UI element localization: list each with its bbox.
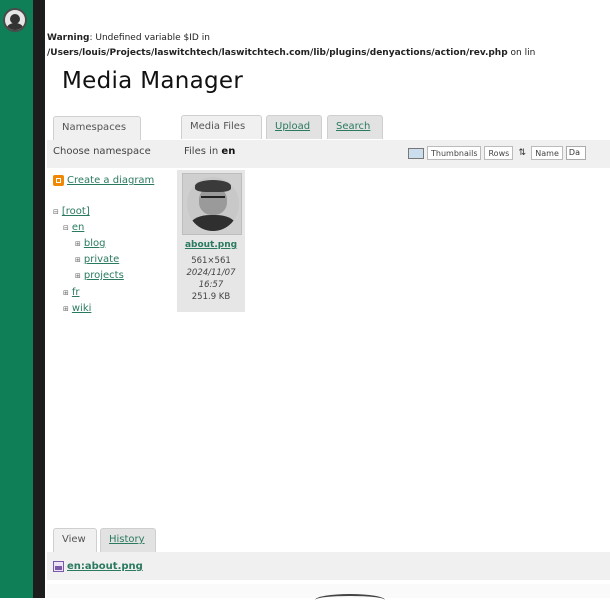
expand-icon: ⊞ [63, 305, 69, 313]
file-time: 16:57 [198, 280, 224, 290]
create-diagram-label: Create a diagram [67, 175, 155, 186]
tree-item-projects[interactable]: ⊞ projects [75, 267, 124, 285]
tab-media-files[interactable]: Media Files [181, 115, 262, 139]
sort-icon: ⇅ [518, 148, 527, 158]
selected-file-name: en:about.png [67, 561, 143, 572]
expand-icon: ⊞ [75, 272, 81, 280]
thumbnails-view-button[interactable]: Thumbnails [427, 146, 482, 160]
file-thumbnail[interactable] [182, 173, 242, 235]
tab-history[interactable]: History [100, 528, 156, 552]
expand-icon: ⊞ [75, 256, 81, 264]
left-dark-strip [33, 0, 45, 598]
photo-body [191, 215, 235, 231]
tab-namespaces[interactable]: Namespaces [53, 116, 141, 140]
image-file-icon [53, 561, 64, 572]
file-name-link[interactable]: about.png [177, 240, 245, 250]
files-heading-prefix: Files in [184, 146, 222, 157]
create-diagram-link[interactable]: Create a diagram [53, 175, 154, 186]
sort-select[interactable]: Da [565, 146, 586, 160]
expand-icon: ⊞ [63, 289, 69, 297]
thumbnails-view-icon[interactable] [408, 147, 424, 159]
collapse-icon: ⊟ [53, 208, 59, 216]
tab-view[interactable]: View [53, 528, 97, 552]
site-logo-icon[interactable] [3, 8, 27, 32]
tree-link-private[interactable]: private [84, 254, 119, 265]
sort-by-name-button[interactable]: Name [531, 146, 563, 160]
view-options: Thumbnails Rows ⇅ Name Da [408, 145, 586, 161]
selected-file-link[interactable]: en:about.png [53, 561, 143, 572]
expand-icon: ⊞ [75, 240, 81, 248]
tree-link-fr[interactable]: fr [72, 287, 80, 298]
php-warning-path: /Users/louis/Projects/laswitchtech/laswi… [47, 46, 610, 60]
rows-view-button[interactable]: Rows [484, 146, 514, 160]
file-dimensions: 561×561 [191, 256, 231, 266]
file-size: 251.9 KB [191, 292, 231, 302]
photo-glasses [201, 196, 225, 203]
collapse-icon: ⊟ [63, 224, 69, 232]
warning-file-path: /Users/louis/Projects/laswitchtech/laswi… [47, 48, 508, 58]
warning-suffix: on lin [507, 48, 536, 58]
tree-link-wiki[interactable]: wiki [72, 303, 92, 314]
profile-photo-image [187, 177, 239, 231]
tree-item-wiki[interactable]: ⊞ wiki [63, 300, 91, 318]
file-date: 2024/11/07 [186, 268, 236, 278]
warning-label: Warning [47, 33, 90, 43]
photo-hair [195, 180, 231, 192]
tree-link-en[interactable]: en [72, 222, 85, 233]
warning-text: : Undefined variable $ID in [89, 33, 210, 43]
media-file-card[interactable]: about.png 561×561 2024/11/07 16:57 251.9… [177, 170, 245, 312]
tab-upload[interactable]: Upload [266, 115, 322, 139]
drawio-icon [53, 175, 64, 186]
tree-link-root[interactable]: [root] [62, 206, 90, 217]
page-title: Media Manager [62, 68, 244, 94]
files-heading-namespace: en [221, 146, 236, 157]
tree-link-projects[interactable]: projects [84, 270, 124, 281]
files-panel-heading: Files in en [184, 146, 235, 157]
php-warning: Warning: Undefined variable $ID in [47, 31, 210, 45]
namespace-panel-heading: Choose namespace [53, 146, 151, 157]
footer-decoration [315, 594, 385, 606]
left-green-sidebar [0, 0, 33, 598]
tree-link-blog[interactable]: blog [84, 238, 106, 249]
tab-search[interactable]: Search [327, 115, 383, 139]
